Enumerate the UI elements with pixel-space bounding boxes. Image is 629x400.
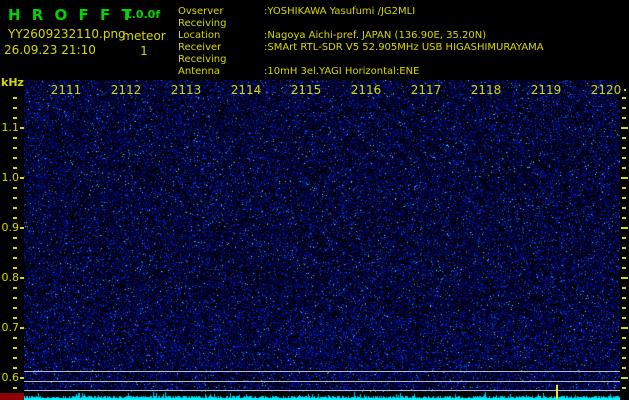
freq-minor-tick xyxy=(13,307,17,309)
freq-minor-tick-right xyxy=(622,347,626,349)
station-row-location: Receiving Location:Nagoya Aichi-pref. JA… xyxy=(178,18,544,42)
freq-minor-tick-right xyxy=(622,217,626,219)
count-band-line-upper xyxy=(24,371,620,372)
station-row-antenna: Receiving Antenna:10mH 3el.YAGI Horizont… xyxy=(178,54,544,78)
count-band-line-middle xyxy=(24,381,620,382)
freq-minor-tick-right xyxy=(622,147,626,149)
freq-major-tick-right xyxy=(621,127,628,129)
time-tick-label: 2114 xyxy=(221,83,271,97)
freq-tick-label: 1.0 xyxy=(0,171,19,184)
time-tick-label: 2116 xyxy=(341,83,391,97)
freq-minor-tick-right xyxy=(622,197,626,199)
mode-label: meteor xyxy=(118,29,170,43)
time-tick-label: 2117 xyxy=(401,83,451,97)
freq-minor-tick-right xyxy=(622,247,626,249)
freq-minor-tick xyxy=(13,267,17,269)
output-filename: YY2609232110.png xyxy=(8,27,126,41)
freq-minor-tick-right xyxy=(622,287,626,289)
station-value: :SMArt RTL-SDR V5 52.905MHz USB HIGASHIM… xyxy=(264,42,544,53)
freq-minor-tick xyxy=(13,337,17,339)
freq-minor-tick-right xyxy=(622,387,626,389)
freq-minor-tick xyxy=(13,317,17,319)
freq-minor-tick-right xyxy=(622,237,626,239)
freq-minor-tick xyxy=(13,167,17,169)
freq-minor-tick-right xyxy=(622,357,626,359)
freq-tick-label: 0.9 xyxy=(0,221,19,234)
time-tick-label: 2115 xyxy=(281,83,331,97)
freq-minor-tick xyxy=(13,137,17,139)
unit-count: 1 xyxy=(118,44,170,58)
station-row-receiver: Receiver:SMArt RTL-SDR V5 52.905MHz USB … xyxy=(178,42,544,54)
station-label: Receiver xyxy=(178,42,264,54)
time-tick-label: 2120 xyxy=(581,83,629,97)
freq-minor-tick-right xyxy=(622,107,626,109)
time-tick-label: 2118 xyxy=(461,83,511,97)
freq-minor-tick-right xyxy=(622,307,626,309)
freq-major-tick-right xyxy=(621,177,628,179)
freq-minor-tick-right xyxy=(622,337,626,339)
freq-axis-unit: kHz xyxy=(1,76,24,89)
freq-minor-tick-right xyxy=(622,267,626,269)
freq-minor-tick-right xyxy=(622,137,626,139)
freq-minor-tick-right xyxy=(622,117,626,119)
freq-minor-tick xyxy=(13,97,17,99)
corner-red-block xyxy=(0,393,24,400)
freq-minor-tick-right xyxy=(622,207,626,209)
freq-major-tick-right xyxy=(621,277,628,279)
freq-minor-tick-right xyxy=(622,167,626,169)
freq-minor-tick-right xyxy=(622,157,626,159)
freq-minor-tick xyxy=(13,387,17,389)
app-title: H R O F F T xyxy=(8,6,135,24)
freq-minor-tick-right xyxy=(622,97,626,99)
freq-minor-tick xyxy=(13,247,17,249)
hrofft-window: H R O F F T 1.0.0f YY2609232110.png mete… xyxy=(0,0,629,400)
station-label: Ovserver xyxy=(178,6,264,18)
station-label: Receiving Location xyxy=(178,18,264,42)
freq-minor-tick-right xyxy=(622,297,626,299)
freq-minor-tick xyxy=(13,297,17,299)
freq-tick-label: 1.1 xyxy=(0,121,19,134)
freq-tick-label: 0.6 xyxy=(0,371,19,384)
app-version: 1.0.0f xyxy=(124,8,160,21)
freq-minor-tick xyxy=(13,107,17,109)
freq-tick-label: 0.7 xyxy=(0,321,19,334)
time-tick-label: 2112 xyxy=(101,83,151,97)
spectrogram-noise-field xyxy=(24,80,620,400)
freq-minor-tick-right xyxy=(622,367,626,369)
station-label: Receiving Antenna xyxy=(178,54,264,78)
freq-minor-tick xyxy=(13,287,17,289)
freq-major-tick-right xyxy=(621,227,628,229)
time-tick-label: 2113 xyxy=(161,83,211,97)
freq-minor-tick xyxy=(13,147,17,149)
freq-tick-label: 0.8 xyxy=(0,271,19,284)
observation-datetime: 26.09.23 21:10 xyxy=(4,43,96,57)
station-value: :YOSHIKAWA Yasufumi /JG2MLI xyxy=(264,6,415,17)
freq-minor-tick xyxy=(13,197,17,199)
station-info: Ovserver:YOSHIKAWA Yasufumi /JG2MLI Rece… xyxy=(178,6,544,78)
freq-minor-tick-right xyxy=(622,317,626,319)
freq-major-tick-right xyxy=(621,377,628,379)
freq-minor-tick-right xyxy=(622,187,626,189)
time-tick-label: 2119 xyxy=(521,83,571,97)
freq-minor-tick-right xyxy=(622,257,626,259)
freq-minor-tick xyxy=(13,357,17,359)
station-row-observer: Ovserver:YOSHIKAWA Yasufumi /JG2MLI xyxy=(178,6,544,18)
freq-minor-tick xyxy=(13,117,17,119)
freq-minor-tick xyxy=(13,347,17,349)
freq-minor-tick xyxy=(13,157,17,159)
station-value: :10mH 3el.YAGI Horizontal:ENE xyxy=(264,66,419,77)
time-tick-label: 2111 xyxy=(41,83,91,97)
echo-marker-line xyxy=(556,385,558,399)
freq-minor-tick xyxy=(13,237,17,239)
freq-major-tick-right xyxy=(621,327,628,329)
freq-minor-tick xyxy=(13,257,17,259)
freq-minor-tick xyxy=(13,187,17,189)
station-value: :Nagoya Aichi-pref. JAPAN (136.90E, 35.2… xyxy=(264,30,486,41)
count-band-line-lower xyxy=(24,390,620,391)
freq-minor-tick xyxy=(13,217,17,219)
freq-minor-tick xyxy=(13,367,17,369)
freq-minor-tick xyxy=(13,207,17,209)
